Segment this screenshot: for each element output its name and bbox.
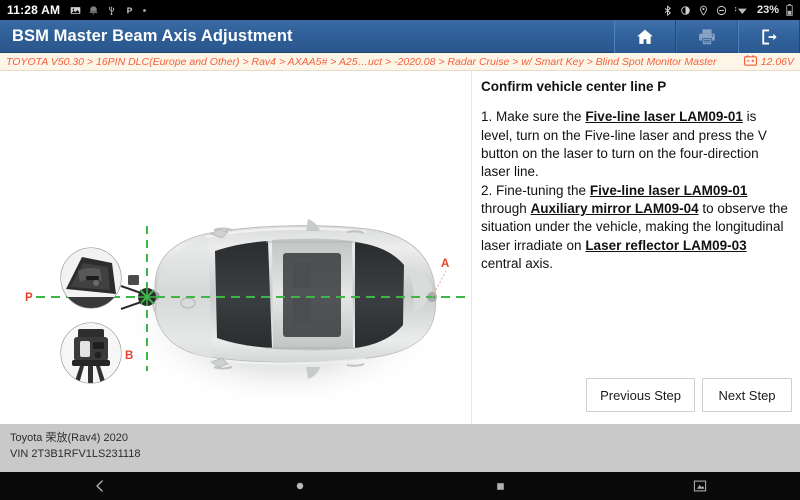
term-auxiliary-mirror-lam09-04: Auxiliary mirror LAM09-04 (530, 200, 699, 216)
svg-text:P: P (127, 6, 133, 15)
recents-square-icon (495, 481, 506, 492)
wifi-signal-icon (734, 5, 748, 16)
parking-p-icon: P (124, 5, 135, 16)
status-right-icons: 23% (662, 4, 793, 16)
home-icon (635, 27, 655, 47)
label-point-a: A (441, 258, 449, 270)
step2-prefix: 2. Fine-tuning the (481, 182, 590, 198)
android-nav-bar (0, 472, 800, 500)
step-actions: Previous Step Next Step (586, 378, 792, 412)
screenshot-icon (693, 479, 707, 493)
battery-icon (786, 4, 793, 16)
instruction-title: Confirm vehicle center line P (481, 79, 667, 94)
instruction-step-1: 1. Make sure the Five-line laser LAM09-0… (481, 108, 790, 181)
term-laser-reflector-lam09-03: Laser reflector LAM09-03 (585, 237, 747, 253)
term-five-line-laser-lam09-01-2: Five-line laser LAM09-01 (589, 182, 748, 198)
dnd-icon (716, 5, 727, 16)
app-root: 11:28 AM P 23% BSM Master Beam Axis Adju… (0, 0, 800, 500)
instruction-panel: Confirm vehicle center line P 1. Make su… (473, 71, 800, 424)
android-status-bar: 11:28 AM P 23% (0, 0, 800, 20)
location-icon (698, 5, 709, 16)
label-point-b: B (125, 350, 133, 362)
home-button[interactable] (614, 20, 676, 53)
laser-intersection-marker (138, 288, 156, 306)
brightness-icon (680, 5, 691, 16)
printer-icon (697, 27, 717, 47)
main-content: P A B Confirm vehicle center line P 1. M… (0, 71, 800, 424)
instruction-body: 1. Make sure the Five-line laser LAM09-0… (481, 108, 790, 273)
term-five-line-laser-lam09-01: Five-line laser LAM09-01 (585, 109, 743, 125)
bluetooth-icon (662, 5, 673, 16)
step2-suffix: central axis. (481, 256, 554, 272)
image-icon (70, 5, 81, 16)
nav-home-button[interactable] (200, 472, 400, 500)
callout-five-line-laser (60, 247, 122, 309)
title-bar-actions (614, 20, 800, 53)
dot-icon (142, 8, 147, 13)
exit-icon (759, 27, 779, 47)
vehicle-diagram-panel: P A B (0, 71, 472, 424)
previous-step-button[interactable]: Previous Step (586, 378, 695, 412)
breadcrumb: TOYOTA V50.30 > 16PIN DLC(Europe and Oth… (0, 53, 800, 71)
voltage-indicator: 12.06V (743, 53, 794, 70)
vehicle-info-footer: Toyota 荣放(Rav4) 2020 VIN 2T3B1RFV1LS2311… (0, 424, 800, 472)
battery-icon (743, 53, 757, 70)
page-title: BSM Master Beam Axis Adjustment (12, 27, 293, 45)
breadcrumb-path: TOYOTA V50.30 > 16PIN DLC(Europe and Oth… (6, 55, 717, 68)
step1-prefix: 1. Make sure the (481, 109, 586, 125)
vehicle-vin: VIN 2T3B1RFV1LS231118 (10, 448, 141, 460)
voltage-value: 12.06V (760, 55, 794, 68)
step2-middle1: through (481, 200, 531, 216)
vehicle-diagram: P A B (25, 219, 471, 409)
battery-percent-label: 23% (756, 4, 779, 16)
auxiliary-mirror-marker (128, 275, 139, 285)
status-clock: 11:28 AM (7, 3, 61, 17)
print-button[interactable] (676, 20, 738, 53)
usb-icon (106, 5, 117, 16)
vehicle-name: Toyota 荣放(Rav4) 2020 (10, 432, 128, 444)
app-title-bar: BSM Master Beam Axis Adjustment (0, 20, 800, 53)
back-icon (93, 479, 107, 493)
callout-laser-level-tripod (60, 322, 122, 384)
next-step-button[interactable]: Next Step (702, 378, 792, 412)
nav-screenshot-button[interactable] (600, 472, 800, 500)
home-circle-icon (294, 480, 306, 492)
nav-back-button[interactable] (0, 472, 200, 500)
label-point-p: P (25, 292, 33, 304)
exit-button[interactable] (738, 20, 800, 53)
nav-recents-button[interactable] (400, 472, 600, 500)
status-left-icons: P (70, 5, 147, 16)
vibrate-icon (88, 5, 99, 16)
instruction-step-2: 2. Fine-tuning the Five-line laser LAM09… (481, 182, 790, 274)
